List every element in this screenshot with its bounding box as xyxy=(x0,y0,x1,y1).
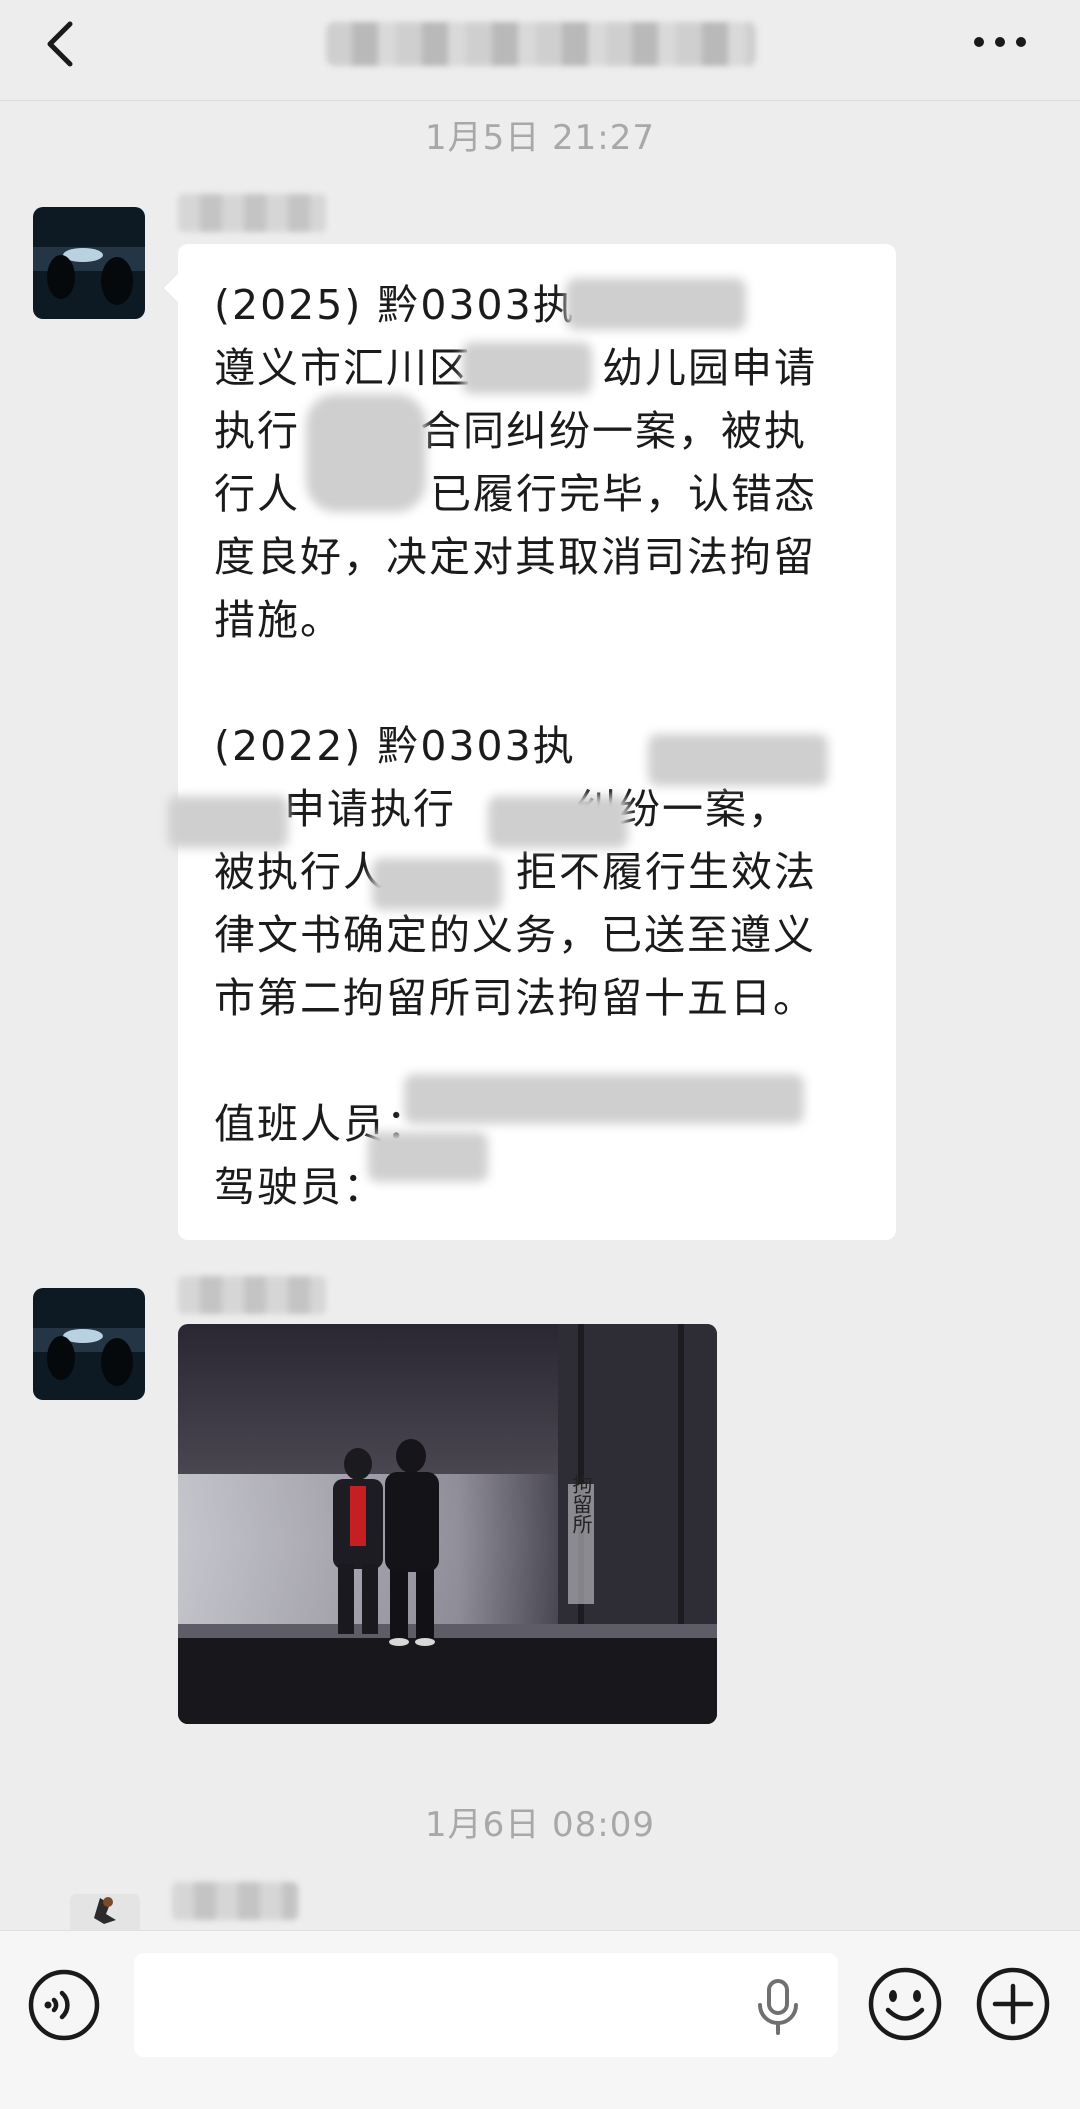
add-button[interactable] xyxy=(974,1965,1052,2047)
message-text: 遵义市汇川区 xyxy=(214,344,472,392)
avatar-image xyxy=(70,1894,140,1930)
avatar[interactable] xyxy=(33,207,145,319)
message-text: 已履行完毕，认错态 xyxy=(430,470,817,518)
photo-image: 拘留所 xyxy=(178,1324,717,1724)
voice-icon xyxy=(28,1969,100,2041)
message-text: (2022) 黔0303执 xyxy=(214,722,576,770)
redaction-blur xyxy=(368,1132,488,1182)
message-text: (2025) 黔0303执 xyxy=(214,281,576,329)
timestamp: 1月5日 21:27 xyxy=(424,118,656,158)
sender-name xyxy=(172,1882,298,1920)
emoji-button[interactable] xyxy=(866,1965,944,2047)
message-text: 措施。 xyxy=(214,596,343,644)
sender-name xyxy=(178,194,326,232)
message-text: 律文书确定的义务，已送至遵义 xyxy=(214,911,816,959)
voice-button[interactable] xyxy=(26,1967,102,2047)
message-text: 执行 xyxy=(214,407,300,455)
message-text: 度良好，决定对其取消司法拘留 xyxy=(214,533,816,581)
back-button[interactable] xyxy=(38,16,86,72)
microphone-icon xyxy=(758,1979,798,2035)
chevron-left-icon xyxy=(47,21,73,67)
message-input[interactable] xyxy=(134,1953,838,2057)
redaction-blur xyxy=(372,858,502,910)
redaction-blur xyxy=(566,278,746,330)
chat-title xyxy=(326,22,756,66)
more-button[interactable] xyxy=(970,26,1030,58)
more-icon xyxy=(974,37,1026,47)
redaction-blur xyxy=(306,394,426,512)
message-text: 幼儿园申请 xyxy=(602,344,817,392)
redaction-blur xyxy=(404,1074,804,1124)
message-text: 行人 xyxy=(214,470,300,518)
message-text: 拒不履行生效法 xyxy=(516,848,817,896)
redaction-blur xyxy=(168,796,288,848)
message-text: 申请执行 xyxy=(284,785,456,833)
message-text: 市第二拘留所司法拘留十五日。 xyxy=(214,974,816,1022)
message-bubble[interactable]: (2025) 黔0303执 遵义市汇川区 幼儿园申请 执行 合同纠纷一案，被执 行人… xyxy=(164,244,896,1240)
composer-bar xyxy=(0,1930,1080,2109)
redaction-blur xyxy=(462,342,592,394)
timestamp: 1月6日 08:09 xyxy=(424,1805,656,1845)
avatar-image xyxy=(33,1288,145,1400)
sender-name xyxy=(178,1276,326,1314)
avatar-image xyxy=(33,207,145,319)
redaction-blur xyxy=(488,796,628,848)
redaction-blur xyxy=(648,734,828,786)
photo-sign-text: 拘留所 xyxy=(569,1474,593,1534)
microphone-button[interactable] xyxy=(756,1979,800,2039)
avatar[interactable] xyxy=(70,1894,140,1930)
top-divider xyxy=(0,100,1080,101)
top-bar xyxy=(0,0,1080,100)
plus-circle-icon xyxy=(976,1967,1050,2041)
photo-message[interactable]: 拘留所 xyxy=(178,1324,717,1724)
message-text: 合同纠纷一案，被执 xyxy=(420,407,807,455)
emoji-icon xyxy=(868,1967,942,2041)
message-text: 被执行人 xyxy=(214,848,386,896)
message-text: 驾驶员： xyxy=(214,1163,386,1211)
avatar[interactable] xyxy=(33,1288,145,1400)
